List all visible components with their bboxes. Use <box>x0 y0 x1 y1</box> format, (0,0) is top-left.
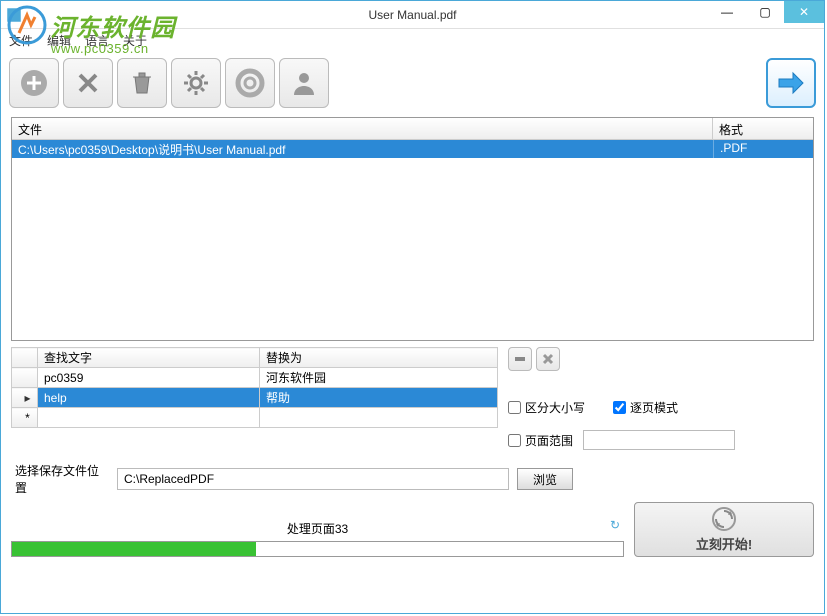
page-range-checkbox[interactable]: 页面范围 <box>508 432 573 449</box>
user-icon <box>288 67 320 99</box>
menu-about[interactable]: 关于 <box>123 32 147 49</box>
clear-rows-button[interactable] <box>536 347 560 371</box>
file-list-header: 文件 格式 <box>12 118 813 140</box>
replace-table: 查找文字 替换为 pc0359 河东软件园 ▸ help 帮助 * <box>11 347 498 428</box>
replace-cell[interactable] <box>260 408 498 428</box>
row-marker: ▸ <box>12 388 38 408</box>
start-button-label: 立刻开始! <box>696 534 752 553</box>
column-replace[interactable]: 替换为 <box>260 348 498 368</box>
case-sensitive-input[interactable] <box>508 401 521 414</box>
titlebar: User Manual.pdf — ▢ ✕ <box>1 1 824 29</box>
find-cell[interactable]: help <box>38 388 260 408</box>
table-row[interactable]: * <box>12 408 498 428</box>
remove-row-button[interactable] <box>508 347 532 371</box>
settings-button[interactable] <box>171 58 221 108</box>
delete-button[interactable] <box>117 58 167 108</box>
x-small-icon <box>541 352 555 366</box>
progress-area: 处理页面33 ↻ <box>11 502 624 557</box>
page-range-label: 页面范围 <box>525 432 573 449</box>
file-row[interactable]: C:\Users\pc0359\Desktop\说明书\User Manual.… <box>12 140 813 158</box>
start-arrow-button[interactable] <box>766 58 816 108</box>
page-range-input[interactable] <box>508 434 521 447</box>
save-path-input[interactable] <box>117 468 509 490</box>
remove-button[interactable] <box>63 58 113 108</box>
x-icon <box>72 67 104 99</box>
toolbar <box>1 55 824 111</box>
arrow-right-icon <box>775 67 807 99</box>
maximize-button[interactable]: ▢ <box>746 1 784 23</box>
case-sensitive-checkbox[interactable]: 区分大小写 <box>508 399 585 416</box>
progress-label: 处理页面33 ↻ <box>11 520 624 537</box>
page-mode-label: 逐页模式 <box>630 399 678 416</box>
minus-icon <box>513 352 527 366</box>
find-cell[interactable] <box>38 408 260 428</box>
column-file[interactable]: 文件 <box>12 118 713 139</box>
page-mode-input[interactable] <box>613 401 626 414</box>
row-marker: * <box>12 408 38 428</box>
file-list-panel: 文件 格式 C:\Users\pc0359\Desktop\说明书\User M… <box>11 117 814 341</box>
window-controls: — ▢ ✕ <box>708 1 824 23</box>
menu-file[interactable]: 文件 <box>9 32 33 49</box>
find-cell[interactable]: pc0359 <box>38 368 260 388</box>
case-sensitive-label: 区分大小写 <box>525 399 585 416</box>
plus-icon <box>18 67 50 99</box>
app-window: 河东软件园 www.pc0359.cn User Manual.pdf — ▢ … <box>0 0 825 614</box>
refresh-icon <box>711 506 737 532</box>
menu-language[interactable]: 语言 <box>85 32 109 49</box>
page-range-field[interactable] <box>583 430 735 450</box>
row-marker <box>12 368 38 388</box>
start-button[interactable]: 立刻开始! <box>634 502 814 557</box>
minimize-button[interactable]: — <box>708 1 746 23</box>
options-panel: 区分大小写 逐页模式 页面范围 <box>508 347 814 450</box>
gear-icon <box>180 67 212 99</box>
close-button[interactable]: ✕ <box>784 1 824 23</box>
table-row[interactable]: ▸ help 帮助 <box>12 388 498 408</box>
add-button[interactable] <box>9 58 59 108</box>
page-mode-checkbox[interactable]: 逐页模式 <box>613 399 678 416</box>
file-list-body[interactable] <box>12 158 813 340</box>
browse-button[interactable]: 浏览 <box>517 468 573 490</box>
column-find[interactable]: 查找文字 <box>38 348 260 368</box>
app-icon <box>5 6 23 24</box>
lifebuoy-icon <box>234 67 266 99</box>
menubar: 文件 编辑 语言 关于 <box>1 29 824 51</box>
replace-cell[interactable]: 帮助 <box>260 388 498 408</box>
trash-icon <box>126 67 158 99</box>
user-button[interactable] <box>279 58 329 108</box>
column-format[interactable]: 格式 <box>713 118 813 139</box>
file-format-cell: .PDF <box>713 140 813 158</box>
save-location-row: 选择保存文件位置 浏览 <box>11 462 814 496</box>
help-button[interactable] <box>225 58 275 108</box>
replace-panel: 查找文字 替换为 pc0359 河东软件园 ▸ help 帮助 * <box>11 347 498 450</box>
table-row[interactable]: pc0359 河东软件园 <box>12 368 498 388</box>
file-path-cell: C:\Users\pc0359\Desktop\说明书\User Manual.… <box>12 140 713 158</box>
replace-cell[interactable]: 河东软件园 <box>260 368 498 388</box>
window-title: User Manual.pdf <box>368 8 456 22</box>
save-location-label: 选择保存文件位置 <box>11 462 109 496</box>
progress-fill <box>12 542 256 556</box>
row-header-blank <box>12 348 38 368</box>
running-icon: ↻ <box>610 518 620 532</box>
progress-bar <box>11 541 624 557</box>
menu-edit[interactable]: 编辑 <box>47 32 71 49</box>
